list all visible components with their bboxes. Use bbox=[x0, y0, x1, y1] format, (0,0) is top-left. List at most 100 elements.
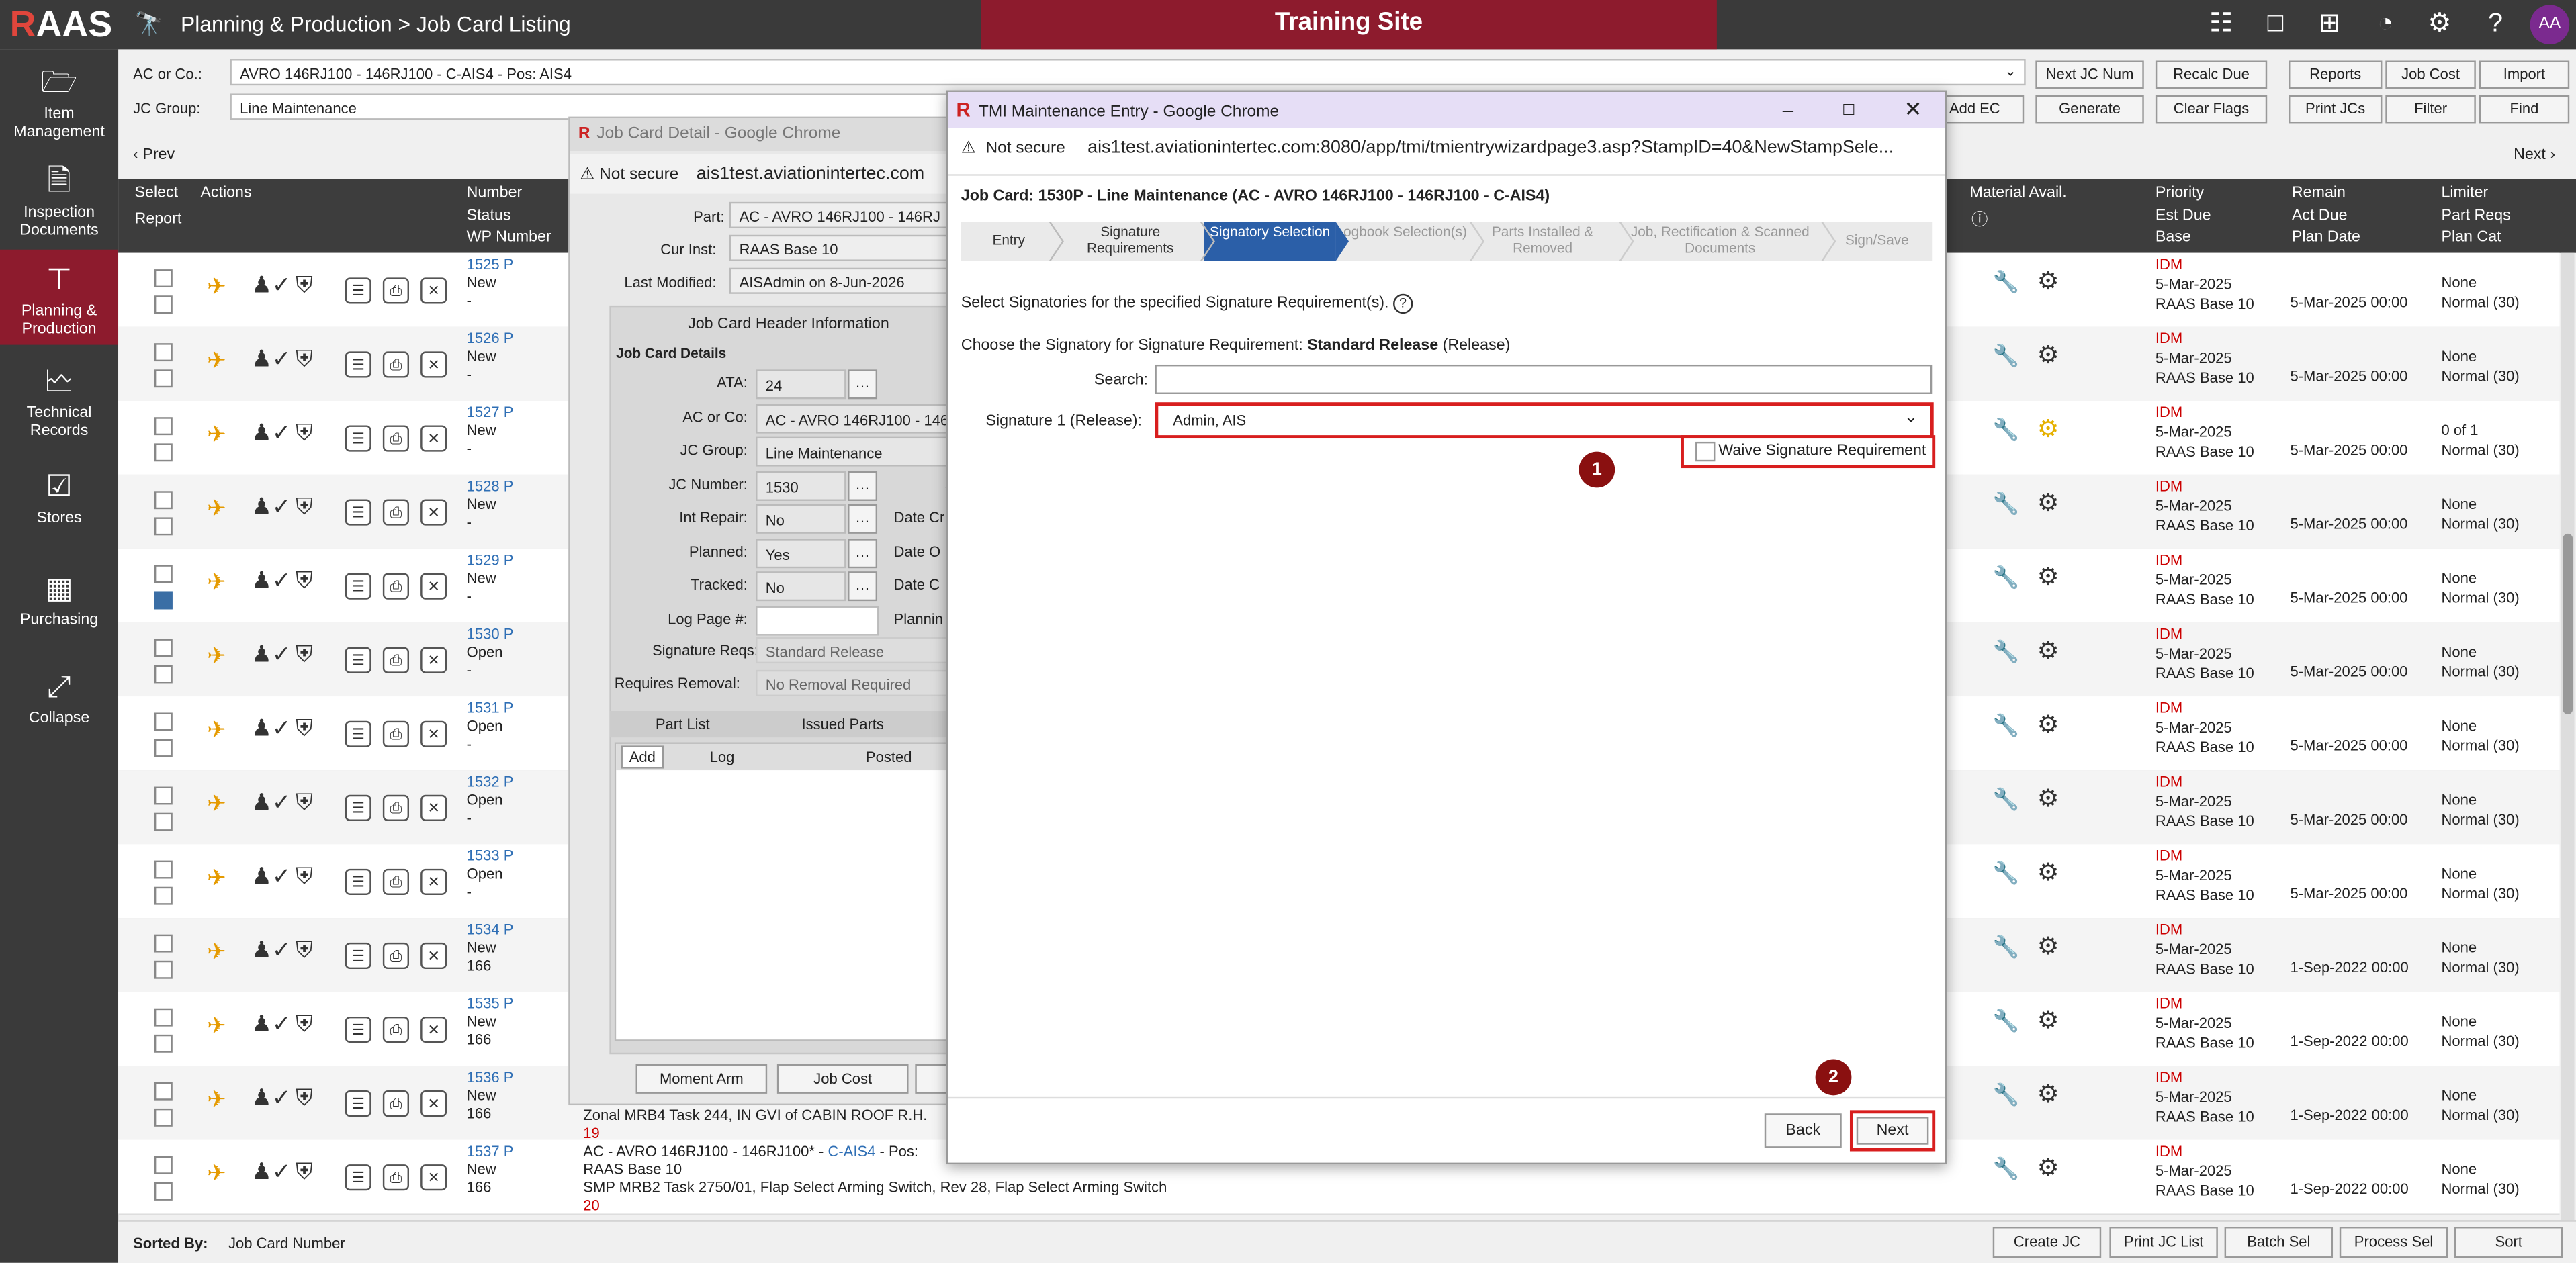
close-icon[interactable]: ✕ bbox=[420, 277, 447, 304]
wrench-icon[interactable]: 🔧 bbox=[1993, 935, 2020, 961]
gear-icon[interactable]: ⚙ bbox=[2037, 784, 2059, 813]
sort-button[interactable]: Sort bbox=[2454, 1227, 2563, 1258]
close-icon[interactable]: ✕ bbox=[420, 942, 447, 970]
scrollbar-thumb[interactable] bbox=[2563, 533, 2573, 714]
plane-check-icon[interactable]: ✈ bbox=[207, 642, 226, 670]
job-card-number-link[interactable]: 1529 P bbox=[467, 552, 514, 570]
shield-check-icon[interactable]: ⛨ bbox=[296, 641, 313, 669]
plane-check-icon[interactable]: ✈ bbox=[207, 1160, 226, 1188]
person-check-icon[interactable]: ♟✓ bbox=[251, 419, 291, 447]
select-checkbox[interactable] bbox=[154, 860, 173, 879]
print-icon[interactable]: ⎙ bbox=[382, 1016, 410, 1043]
jcd-titlebar[interactable]: R Job Card Detail - Google Chrome bbox=[570, 118, 965, 152]
report-checkbox[interactable] bbox=[154, 1034, 173, 1053]
gear-icon[interactable]: ⚙ bbox=[2037, 931, 2059, 961]
header-part-reqs[interactable]: Part Reqs bbox=[2441, 207, 2510, 225]
gear-icon[interactable]: ⚙ bbox=[2037, 340, 2059, 370]
select-checkbox[interactable] bbox=[154, 269, 173, 288]
header-base[interactable]: Base bbox=[2156, 228, 2191, 246]
gear-icon[interactable]: ⚙ bbox=[2037, 1153, 2059, 1182]
pie-icon[interactable]: ◔ bbox=[2367, 7, 2403, 43]
job-card-number-link[interactable]: 1526 P bbox=[467, 330, 514, 348]
select-checkbox[interactable] bbox=[154, 1156, 173, 1174]
print-jc-list-button[interactable]: Print JC List bbox=[2109, 1227, 2218, 1258]
gear-icon[interactable]: ⚙ bbox=[2037, 266, 2059, 296]
job-card-number-link[interactable]: 1531 P bbox=[467, 700, 514, 718]
sidebar-item-collapse[interactable]: ⤢ Collapse bbox=[0, 670, 118, 728]
header-remain[interactable]: Remain bbox=[2292, 184, 2346, 202]
close-icon[interactable]: ✕ bbox=[420, 1016, 447, 1043]
list-icon[interactable]: ☰ bbox=[345, 794, 371, 821]
gear-icon[interactable]: ⚙ bbox=[2037, 857, 2059, 887]
plane-check-icon[interactable]: ✈ bbox=[207, 938, 226, 966]
close-icon[interactable]: ✕ bbox=[420, 425, 447, 452]
list-icon[interactable]: ☰ bbox=[345, 720, 371, 747]
person-check-icon[interactable]: ♟✓ bbox=[251, 788, 291, 816]
print-jcs-button[interactable]: Print JCs bbox=[2288, 95, 2383, 124]
find-button[interactable]: Find bbox=[2479, 95, 2570, 124]
person-check-icon[interactable]: ♟✓ bbox=[251, 714, 291, 743]
job-cost-button[interactable]: Job Cost bbox=[2385, 60, 2476, 89]
ac-select[interactable]: AVRO 146RJ100 - 146RJ100 - C-AIS4 - Pos:… bbox=[230, 59, 2026, 86]
plane-check-icon[interactable]: ✈ bbox=[207, 346, 226, 375]
list-icon[interactable]: ☰ bbox=[345, 573, 371, 600]
header-wp-number[interactable]: WP Number bbox=[467, 228, 551, 246]
select-checkbox[interactable] bbox=[154, 343, 173, 362]
header-plan-cat[interactable]: Plan Cat bbox=[2441, 228, 2501, 246]
help-icon[interactable]: ? bbox=[2477, 7, 2514, 43]
header-number[interactable]: Number bbox=[467, 184, 523, 202]
next-button[interactable]: Next bbox=[1856, 1117, 1929, 1145]
tmi-urlbar[interactable]: ⚠ Not secure ais1test.aviationintertec.c… bbox=[948, 128, 1945, 176]
wrench-icon[interactable]: 🔧 bbox=[1993, 565, 2020, 591]
next-jc-num-button[interactable]: Next JC Num bbox=[2035, 60, 2144, 89]
ellipsis-button[interactable]: … bbox=[848, 369, 878, 400]
wrench-icon[interactable]: 🔧 bbox=[1993, 491, 2020, 517]
person-check-icon[interactable]: ♟✓ bbox=[251, 862, 291, 890]
shield-check-icon[interactable]: ⛨ bbox=[296, 1084, 313, 1112]
minimize-icon[interactable]: – bbox=[1783, 92, 1793, 128]
person-check-icon[interactable]: ♟✓ bbox=[251, 1010, 291, 1038]
batch-sel-button[interactable]: Batch Sel bbox=[2224, 1227, 2334, 1258]
select-checkbox[interactable] bbox=[154, 786, 173, 805]
list-icon[interactable]: ☰ bbox=[345, 351, 371, 378]
wrench-icon[interactable]: 🔧 bbox=[1993, 1009, 2020, 1035]
shield-check-icon[interactable]: ⛨ bbox=[296, 788, 313, 816]
ellipsis-button[interactable]: … bbox=[848, 537, 878, 568]
shield-check-icon[interactable]: ⛨ bbox=[296, 1010, 313, 1038]
help-circle-icon[interactable]: ⓘ bbox=[1971, 205, 1988, 230]
report-checkbox[interactable] bbox=[154, 369, 173, 388]
filter-button[interactable]: Filter bbox=[2385, 95, 2476, 124]
job-card-number-link[interactable]: 1527 P bbox=[467, 404, 514, 422]
plane-check-icon[interactable]: ✈ bbox=[207, 790, 226, 818]
print-icon[interactable]: ⎙ bbox=[382, 425, 410, 452]
job-card-number-link[interactable]: 1530 P bbox=[467, 626, 514, 644]
select-checkbox[interactable] bbox=[154, 417, 173, 436]
report-checkbox[interactable] bbox=[154, 1108, 173, 1127]
report-checkbox[interactable] bbox=[154, 517, 173, 536]
tab-part-list[interactable]: Part List bbox=[656, 711, 710, 737]
wrench-icon[interactable]: 🔧 bbox=[1993, 343, 2020, 369]
list-icon[interactable]: ☰ bbox=[345, 1090, 371, 1117]
plus-box-icon[interactable]: ⊞ bbox=[2311, 7, 2348, 43]
print-icon[interactable]: ⎙ bbox=[382, 573, 410, 600]
person-check-icon[interactable]: ♟✓ bbox=[251, 1158, 291, 1186]
close-icon[interactable]: ✕ bbox=[420, 868, 447, 895]
scrollbar-track[interactable] bbox=[2561, 252, 2575, 1221]
person-check-icon[interactable]: ♟✓ bbox=[251, 936, 291, 964]
jcd-urlbar[interactable]: ⚠ Not secure ais1test.aviationintertec.c… bbox=[570, 154, 965, 194]
close-icon[interactable]: ✕ bbox=[420, 720, 447, 747]
plane-check-icon[interactable]: ✈ bbox=[207, 273, 226, 301]
close-icon[interactable]: ✕ bbox=[420, 1090, 447, 1117]
print-icon[interactable]: ⎙ bbox=[382, 647, 410, 673]
back-button[interactable]: Back bbox=[1764, 1113, 1842, 1148]
add-part-button[interactable]: Add bbox=[621, 745, 664, 769]
ellipsis-button[interactable]: … bbox=[848, 571, 878, 602]
wrench-icon[interactable]: 🔧 bbox=[1993, 787, 2020, 813]
header-limiter[interactable]: Limiter bbox=[2441, 184, 2488, 202]
sidebar-item-purchasing[interactable]: ▦ Purchasing bbox=[0, 571, 118, 629]
job-card-number-link[interactable]: 1528 P bbox=[467, 478, 514, 496]
gear-icon[interactable]: ⚙ bbox=[2037, 414, 2059, 444]
print-icon[interactable]: ⎙ bbox=[382, 277, 410, 304]
person-check-icon[interactable]: ♟✓ bbox=[251, 345, 291, 373]
gear-icon[interactable]: ⚙ bbox=[2037, 487, 2059, 518]
